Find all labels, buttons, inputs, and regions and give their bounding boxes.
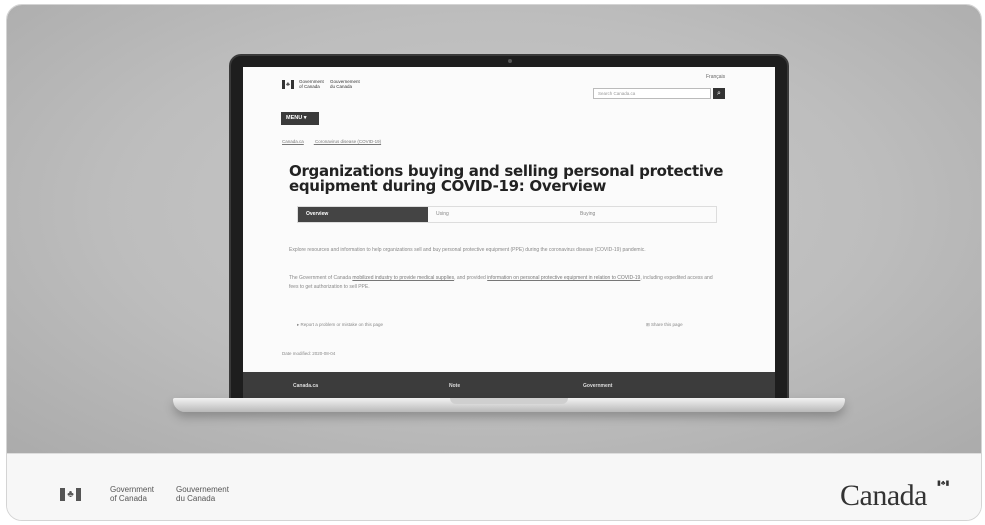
search-icon: ⌕ (717, 90, 721, 97)
signature-en: Government of Canada (299, 79, 324, 89)
footer-link-note[interactable]: Note (449, 383, 460, 389)
signature-fr: Gouvernement du Canada (330, 79, 360, 89)
date-modified: Date modified: 2020-08-04 (282, 351, 336, 356)
laptop-notch (450, 398, 568, 404)
body-text: , and provided (454, 275, 488, 281)
ppe-information-link[interactable]: information on personal protective equip… (487, 275, 640, 281)
canada-flag-icon: ♣ (60, 488, 81, 501)
site-footer: Canada.ca Note Government (243, 372, 775, 399)
breadcrumb-item[interactable]: Coronavirus disease (COVID-19) (315, 139, 381, 144)
language-toggle-link[interactable]: Français (706, 74, 725, 80)
mobilized-industry-link[interactable]: mobilized industry to provide medical su… (352, 275, 454, 281)
canada-flag-icon: ♣ (282, 80, 294, 89)
footer-link-government[interactable]: Government (583, 383, 612, 389)
canada-wordmark: Canada (840, 479, 927, 512)
footer-link-canada[interactable]: Canada.ca (293, 383, 318, 389)
promo-card: ♣ Government of Canada Gouvernement du C… (6, 4, 982, 521)
wordmark-flag-icon: ▮♣▮ (937, 480, 950, 487)
search-input[interactable]: Search Canada.ca (593, 88, 711, 99)
signature-bar-fr: Gouvernement du Canada (176, 485, 229, 503)
signature-fr-line2: du Canada (330, 84, 353, 89)
share-icon: ⊞ (646, 322, 650, 327)
tab-bar: Overview Using Buying (297, 206, 717, 223)
signature-en-line2: of Canada (299, 84, 320, 89)
site-header: ♣ Government of Canada Gouvernement du C… (243, 67, 775, 111)
tab-buying[interactable]: Buying (572, 207, 716, 222)
report-problem-link[interactable]: ▸ Report a problem or mistake on this pa… (297, 322, 383, 328)
laptop-lid: ♣ Government of Canada Gouvernement du C… (229, 54, 789, 401)
tab-overview[interactable]: Overview (298, 207, 428, 222)
body-paragraph: The Government of Canada mobilized indus… (289, 274, 719, 292)
tab-using[interactable]: Using (428, 207, 572, 222)
search-button[interactable]: ⌕ (713, 88, 725, 99)
signature-bar-en-line2: of Canada (110, 493, 147, 503)
share-page-label: Share this page (651, 322, 683, 327)
laptop-screen: ♣ Government of Canada Gouvernement du C… (243, 67, 775, 399)
page-title: Organizations buying and selling persona… (289, 162, 724, 195)
report-problem-label: Report a problem or mistake on this page (300, 322, 384, 327)
breadcrumb-item[interactable]: Canada.ca (282, 139, 304, 144)
share-page-link[interactable]: ⊞ Share this page (646, 322, 683, 328)
body-text: The Government of Canada (289, 275, 353, 281)
breadcrumb: Canada.ca Coronavirus disease (COVID-19) (282, 139, 391, 144)
intro-paragraph: Explore resources and information to hel… (289, 247, 646, 253)
signature-bar: ♣ Government of Canada Gouvernement du C… (7, 453, 981, 520)
menu-button[interactable]: MENU ▾ (281, 112, 319, 125)
camera-dot (508, 59, 512, 63)
signature-bar-fr-line2: du Canada (176, 493, 216, 503)
laptop-stage: ♣ Government of Canada Gouvernement du C… (7, 5, 981, 453)
signature-bar-en: Government of Canada (110, 485, 154, 503)
